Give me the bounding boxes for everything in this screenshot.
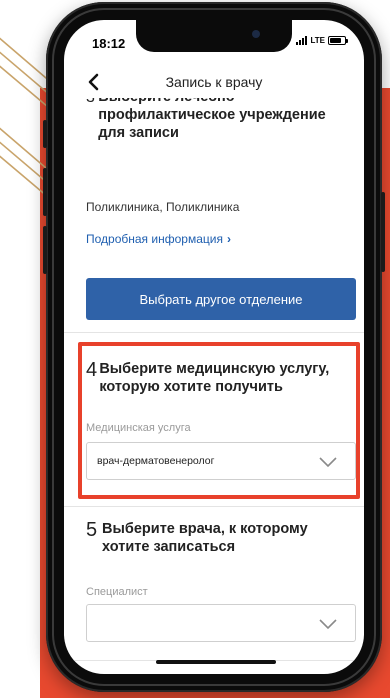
chevron-down-icon (319, 619, 337, 630)
power-button (381, 192, 385, 272)
medical-service-label: Медицинская услуга (86, 422, 191, 434)
volume-up-button (43, 168, 47, 216)
step-4-header: 4 Выберите медицинскую услугу, которую х… (86, 360, 352, 396)
step-4-title: Выберите медицинскую услугу, которую хот… (99, 361, 330, 395)
step-5-number: 5 (86, 519, 98, 541)
camera-icon (252, 30, 260, 38)
medical-service-select[interactable]: врач-дерматовенеролог (86, 442, 356, 480)
section-divider (64, 506, 364, 507)
status-time: 18:12 (92, 36, 126, 51)
screenshot-stage: 18:12 LTE Запись к врачу 3 Вы (0, 0, 390, 698)
home-indicator[interactable] (156, 660, 276, 664)
choose-other-department-button[interactable]: Выбрать другое отделение (86, 278, 356, 320)
specialist-label: Специалист (86, 586, 148, 598)
network-type: LTE (310, 35, 325, 45)
battery-icon (328, 35, 348, 45)
notch (136, 20, 292, 52)
details-link[interactable]: Подробная информация › (86, 232, 231, 246)
chevron-right-icon: › (226, 232, 231, 246)
specialist-select[interactable] (86, 604, 356, 642)
details-link-label: Подробная информация (86, 232, 223, 246)
phone-frame: 18:12 LTE Запись к врачу 3 Вы (43, 2, 385, 692)
step-5-title: Выберите врача, к которому хотите записа… (102, 521, 308, 555)
navigation-bar: Запись к врачу (64, 68, 364, 98)
mute-switch (43, 120, 47, 148)
signal-icon (296, 35, 308, 45)
selected-clinic: Поликлиника, Поликлиника (86, 200, 240, 214)
medical-service-value: врач-дерматовенеролог (97, 455, 215, 467)
volume-down-button (43, 226, 47, 274)
section-divider (64, 332, 364, 333)
chevron-down-icon (319, 457, 337, 468)
page-title: Запись к врачу (165, 74, 263, 90)
phone-screen: 18:12 LTE Запись к врачу 3 Вы (64, 20, 364, 674)
step-5-header: 5 Выберите врача, к которому хотите запи… (86, 520, 352, 556)
step-4-number: 4 (86, 359, 98, 381)
status-indicators: LTE (296, 35, 348, 45)
